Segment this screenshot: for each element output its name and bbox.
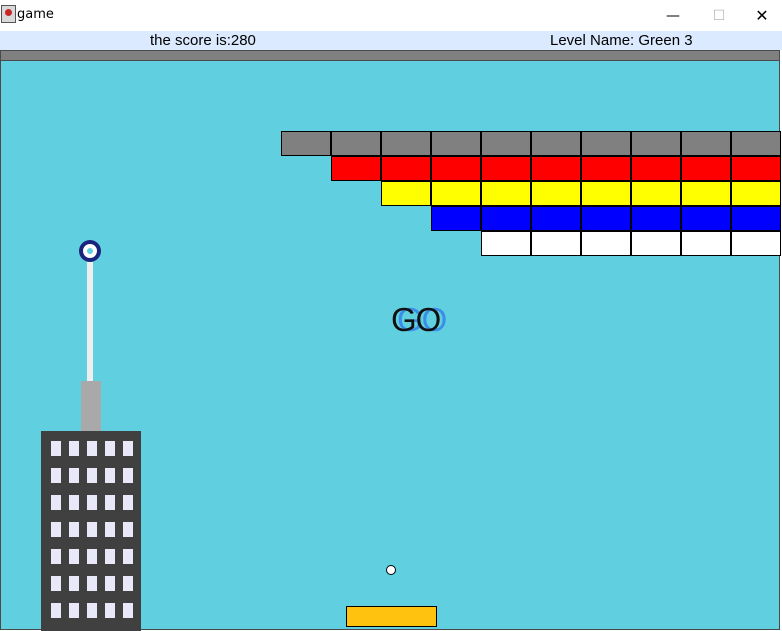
brick-block bbox=[581, 181, 631, 206]
building-window bbox=[105, 549, 115, 564]
building-window bbox=[51, 441, 61, 456]
building-window bbox=[87, 441, 97, 456]
ball bbox=[386, 565, 396, 575]
building-window bbox=[105, 468, 115, 483]
brick-block bbox=[581, 206, 631, 231]
building-window bbox=[69, 468, 79, 483]
brick-block bbox=[381, 131, 431, 156]
brick-block bbox=[631, 206, 681, 231]
building-window bbox=[51, 468, 61, 483]
brick-block bbox=[481, 206, 531, 231]
building-window bbox=[69, 522, 79, 537]
building-window bbox=[87, 495, 97, 510]
building-tower bbox=[41, 431, 141, 631]
building-window bbox=[87, 468, 97, 483]
antenna-light-icon bbox=[79, 240, 101, 262]
brick-block bbox=[531, 206, 581, 231]
brick-block bbox=[531, 131, 581, 156]
building-window bbox=[51, 495, 61, 510]
building-window bbox=[123, 549, 133, 564]
building-window bbox=[87, 576, 97, 591]
building-window bbox=[87, 522, 97, 537]
app-icon bbox=[1, 5, 16, 23]
building-window bbox=[69, 603, 79, 618]
brick-block bbox=[731, 181, 781, 206]
brick-block bbox=[731, 206, 781, 231]
building-window bbox=[123, 495, 133, 510]
building-window bbox=[69, 549, 79, 564]
building-window bbox=[69, 495, 79, 510]
brick-block bbox=[381, 181, 431, 206]
building-window bbox=[87, 603, 97, 618]
building-window bbox=[51, 603, 61, 618]
countdown-text: GO bbox=[391, 301, 441, 338]
brick-block bbox=[481, 131, 531, 156]
score-text: the score is:280 bbox=[150, 32, 256, 49]
building-window bbox=[123, 522, 133, 537]
brick-block bbox=[681, 156, 731, 181]
minimize-button[interactable]: — bbox=[650, 0, 696, 31]
brick-block bbox=[631, 231, 681, 256]
brick-block bbox=[681, 131, 731, 156]
close-button[interactable]: ✕ bbox=[742, 0, 782, 31]
brick-block bbox=[431, 156, 481, 181]
brick-block bbox=[431, 206, 481, 231]
brick-block bbox=[431, 131, 481, 156]
building-window bbox=[123, 468, 133, 483]
building-window bbox=[51, 576, 61, 591]
brick-block bbox=[431, 181, 481, 206]
brick-block bbox=[581, 156, 631, 181]
building-window bbox=[51, 549, 61, 564]
brick-block bbox=[581, 131, 631, 156]
brick-block bbox=[481, 181, 531, 206]
game-canvas[interactable]: GO GO bbox=[0, 50, 781, 631]
building-window bbox=[87, 549, 97, 564]
brick-block bbox=[531, 181, 581, 206]
brick-block bbox=[681, 181, 731, 206]
antenna-base bbox=[81, 381, 101, 431]
brick-block bbox=[731, 131, 781, 156]
building-window bbox=[105, 522, 115, 537]
paddle[interactable] bbox=[346, 606, 437, 627]
antenna-pole bbox=[87, 262, 93, 382]
brick-block bbox=[731, 231, 781, 256]
building-window bbox=[123, 603, 133, 618]
top-wall bbox=[1, 51, 779, 61]
brick-block bbox=[581, 231, 631, 256]
brick-block bbox=[481, 156, 531, 181]
level-name-text: Level Name: Green 3 bbox=[550, 32, 693, 49]
brick-block bbox=[281, 131, 331, 156]
brick-block bbox=[631, 156, 681, 181]
building-window bbox=[123, 441, 133, 456]
brick-block bbox=[731, 156, 781, 181]
building-window bbox=[105, 441, 115, 456]
brick-block bbox=[531, 231, 581, 256]
brick-block bbox=[331, 156, 381, 181]
building-window bbox=[105, 576, 115, 591]
brick-block bbox=[331, 131, 381, 156]
score-bar: the score is:280 Level Name: Green 3 bbox=[0, 31, 782, 50]
brick-block bbox=[681, 206, 731, 231]
building-window bbox=[69, 441, 79, 456]
brick-block bbox=[631, 181, 681, 206]
building-window bbox=[105, 495, 115, 510]
building-window bbox=[105, 603, 115, 618]
building-window bbox=[51, 522, 61, 537]
brick-block bbox=[631, 131, 681, 156]
building-window bbox=[123, 576, 133, 591]
title-bar: game — ☐ ✕ bbox=[0, 0, 782, 32]
window-title: game bbox=[17, 7, 54, 22]
brick-block bbox=[381, 156, 431, 181]
building-window bbox=[69, 576, 79, 591]
maximize-button[interactable]: ☐ bbox=[696, 0, 742, 31]
brick-block bbox=[531, 156, 581, 181]
brick-block bbox=[481, 231, 531, 256]
brick-block bbox=[681, 231, 731, 256]
